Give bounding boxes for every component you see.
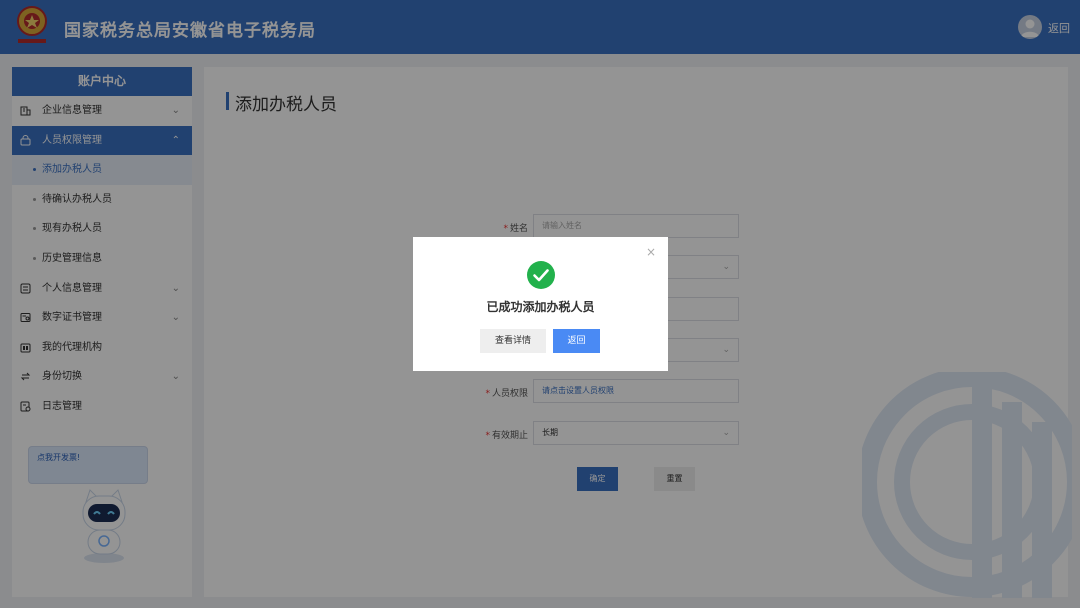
view-details-button[interactable]: 查看详情: [480, 329, 546, 353]
success-message: 已成功添加办税人员: [486, 300, 595, 314]
success-dialog: × 已成功添加办税人员 查看详情 返回: [413, 237, 668, 371]
dialog-back-button[interactable]: 返回: [553, 329, 600, 353]
success-check-icon: [527, 261, 555, 289]
close-icon[interactable]: ×: [646, 245, 656, 259]
